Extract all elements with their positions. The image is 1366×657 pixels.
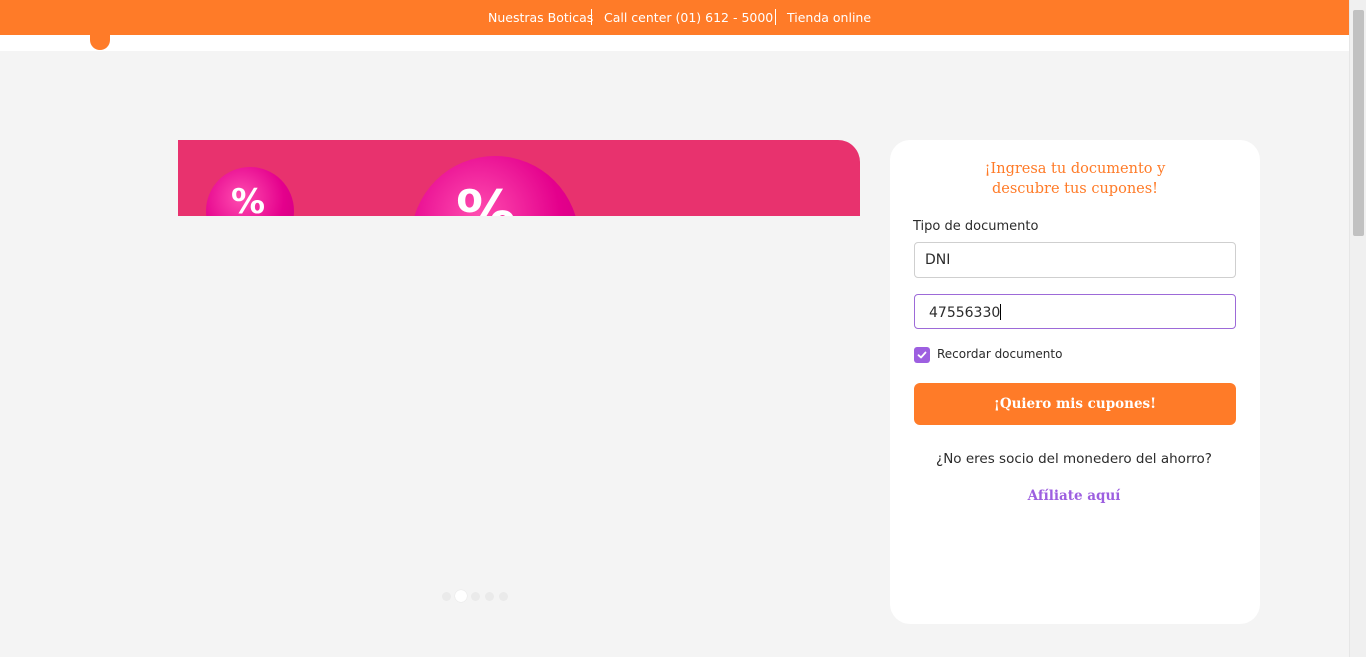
not-member-text: ¿No eres socio del monedero del ahorro? [936,451,1212,467]
remember-checkbox[interactable] [914,347,930,363]
carousel-dot-active[interactable] [455,590,467,602]
top-navigation-bar: Nuestras Boticas Call center (01) 612 - … [0,0,1349,35]
document-number-input[interactable]: 47556330 [914,294,1236,329]
carousel-dot[interactable] [471,592,480,601]
promo-banner[interactable]: % % [178,140,860,216]
document-type-label: Tipo de documento [913,219,1039,234]
document-number-value: 47556330 [929,305,1001,321]
remember-label[interactable]: Recordar documento [937,347,1062,361]
logo-shape[interactable] [90,30,110,50]
scrollbar-thumb[interactable] [1353,10,1364,236]
card-title: ¡Ingresa tu documento y descubre tus cup… [890,159,1260,199]
coupon-login-card: ¡Ingresa tu documento y descubre tus cup… [890,140,1260,624]
document-type-select[interactable]: DNI [914,242,1236,278]
carousel-dot[interactable] [485,592,494,601]
percent-icon: % [231,182,266,216]
header-strip [0,35,1349,51]
percent-icon: % [456,178,517,216]
card-title-line: ¡Ingresa tu documento y [984,161,1166,177]
carousel-dot[interactable] [499,592,508,601]
nav-separator [775,9,776,25]
nav-link-tienda-online[interactable]: Tienda online [787,10,871,25]
carousel-dot[interactable] [442,592,451,601]
nav-link-nuestras-boticas[interactable]: Nuestras Boticas [488,10,593,25]
nav-link-call-center[interactable]: Call center (01) 612 - 5000 [604,10,773,25]
check-icon [917,351,927,359]
get-coupons-button[interactable]: ¡Quiero mis cupones! [914,383,1236,425]
card-title-line: descubre tus cupones! [991,181,1159,197]
vertical-scrollbar[interactable] [1349,0,1366,657]
affiliate-link[interactable]: Afíliate aquí [890,488,1258,504]
document-type-value: DNI [925,252,951,268]
nav-separator [591,9,592,25]
text-caret [1000,304,1002,320]
